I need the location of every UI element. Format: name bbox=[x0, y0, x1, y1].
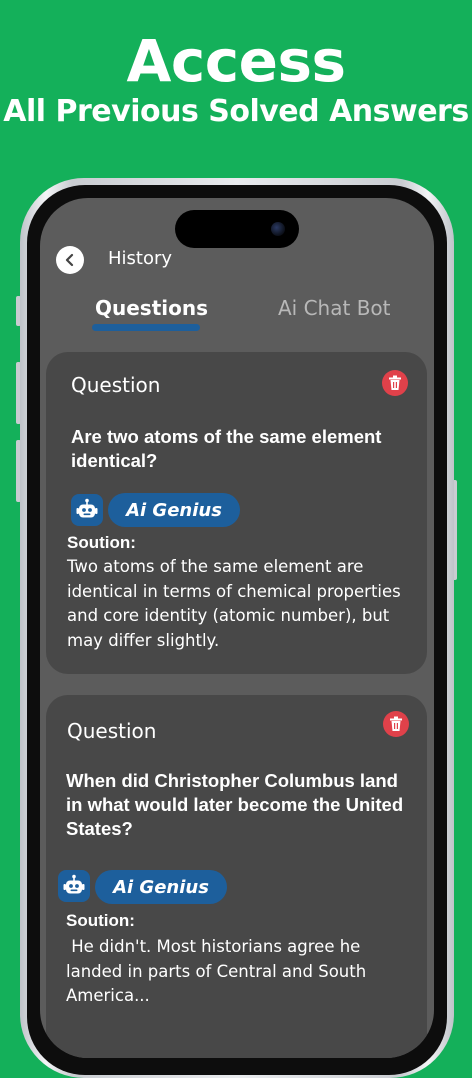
active-tab-indicator bbox=[92, 324, 200, 331]
trash-icon bbox=[389, 375, 401, 390]
back-button[interactable] bbox=[56, 246, 84, 274]
bot-avatar bbox=[71, 494, 103, 526]
phone-screen: History Questions Ai Chat Bot Question A… bbox=[40, 198, 434, 1058]
tab-questions[interactable]: Questions bbox=[95, 296, 208, 320]
page-title: History bbox=[108, 248, 173, 269]
bot-name-badge: Ai Genius bbox=[108, 493, 240, 527]
solution-label: Soution: bbox=[67, 533, 136, 552]
solution-text: He didn't. Most historians agree he land… bbox=[66, 937, 372, 1005]
robot-icon bbox=[76, 498, 98, 518]
question-label: Question bbox=[67, 719, 157, 743]
promo-title: Access bbox=[126, 27, 346, 95]
bot-avatar bbox=[58, 870, 90, 902]
solution-text: Two atoms of the same element are identi… bbox=[67, 557, 406, 650]
trash-icon bbox=[390, 716, 402, 731]
delete-button[interactable] bbox=[383, 711, 409, 737]
tab-ai-chat-bot[interactable]: Ai Chat Bot bbox=[278, 296, 391, 320]
promo-subtitle: All Previous Solved Answers bbox=[3, 94, 469, 129]
question-text: Are two atoms of the same element identi… bbox=[71, 426, 382, 471]
delete-button[interactable] bbox=[382, 370, 408, 396]
chevron-left-icon bbox=[65, 253, 74, 267]
camera-icon bbox=[271, 222, 285, 236]
robot-icon bbox=[63, 874, 85, 894]
bot-name-badge: Ai Genius bbox=[95, 870, 227, 904]
history-card[interactable]: Question When did Christopher Columbus l… bbox=[46, 695, 427, 1058]
history-card[interactable]: Question Are two atoms of the same eleme… bbox=[46, 352, 427, 674]
question-text: When did Christopher Columbus land in wh… bbox=[66, 770, 404, 839]
question-label: Question bbox=[71, 373, 161, 397]
solution-label: Soution: bbox=[66, 911, 135, 930]
dynamic-island bbox=[175, 210, 299, 248]
